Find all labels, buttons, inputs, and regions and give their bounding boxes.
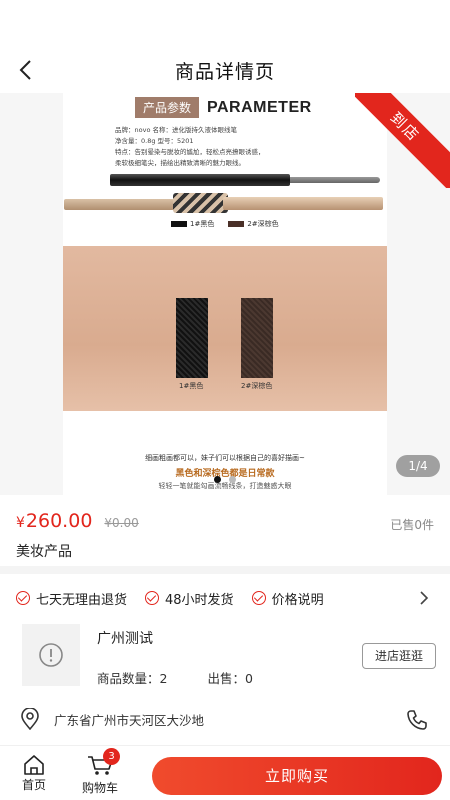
cart-icon-wrap: 3 [86,748,120,779]
check-circle-icon [16,591,30,605]
location-pin-icon [21,708,39,730]
product-image-gallery[interactable]: 产品参数 PARAMETER 品牌：novo 名称：进化版持久液体眼线笔 净含量… [0,93,450,495]
param-line: 品牌：novo 名称：进化版持久液体眼线笔 [115,126,237,134]
param-tag: 产品参数 [135,97,200,118]
section-divider [0,566,450,574]
param-line: 特点：告别晕染与脱妆的尴尬，轻松点亮撩眼诱惑， [115,148,265,156]
stroke-label-black: 1#黑色 [179,382,204,390]
shop-stats: 商品数量：2 出售：0 [97,668,253,687]
param-text: 品牌：novo 名称：进化版持久液体眼线笔 净含量：0.8g 型号：5201 特… [115,125,325,169]
color-legend-black: 1#黑色 [171,219,214,229]
price-row: ¥260.00 ¥0.00 已售0件 [16,510,436,536]
color-legend: 1#黑色 2#深棕色 [171,219,279,229]
product-name: 美妆产品 [16,544,72,560]
store-ribbon: 到店 [355,93,450,188]
tab-home[interactable]: 首页 [22,754,46,793]
tab-cart[interactable]: 3 购物车 [82,748,120,796]
sold-count: 已售0件 [390,518,434,532]
param-title: PARAMETER [207,98,312,116]
stroke-label-brown: 2#深棕色 [241,382,273,390]
tab-cart-label: 购物车 [82,781,119,795]
cart-badge: 3 [103,748,120,765]
black-stroke-sample [176,298,208,378]
eyeliner-pen-black [110,174,290,186]
param-line: 净含量：0.8g 型号：5201 [115,137,194,145]
service-guarantees[interactable]: 七天无理由退货 48小时发货 价格说明 [16,586,436,610]
services-more-button[interactable] [414,588,434,608]
check-circle-icon [145,591,160,605]
carousel-dots [0,476,450,483]
product-detail-page: 商品详情页 产品参数 PARAMETER 品牌：novo 名称：进化版持久液体眼… [0,0,450,800]
service-item: 价格说明 [251,589,324,608]
eyeliner-pen-gold-cap [64,199,174,210]
back-button[interactable] [12,56,40,84]
service-item: 48小时发货 [145,589,234,608]
top-navbar: 商品详情页 [0,40,450,100]
buy-now-button[interactable]: 立即购买 [152,757,442,795]
check-circle-icon [251,591,266,605]
chevron-right-icon [420,591,429,605]
param-line: 柔软极细笔尖，描绘出精致清晰的魅力眼线。 [115,159,245,167]
color-legend-brown: 2#深棕色 [228,219,279,229]
image-caption: 细画粗画都可以，妹子们可以根据自己的喜好描画~ [145,454,305,462]
product-image: 产品参数 PARAMETER 品牌：novo 名称：进化版持久液体眼线笔 净含量… [63,93,387,495]
shop-sold: 出售：0 [207,671,253,686]
carousel-dot[interactable] [214,476,221,483]
shop-card: 广州测试 商品数量：2 出售：0 进店逛逛 [0,616,450,698]
current-price: ¥260.00 [16,510,93,532]
call-button[interactable] [404,707,430,733]
service-item: 七天无理由退货 [16,589,127,608]
store-ribbon-label: 到店 [355,93,450,188]
phone-icon [407,710,427,730]
shop-address: 广东省广州市天河区大沙地 [54,712,205,728]
original-price: ¥0.00 [104,516,139,530]
tab-home-label: 首页 [22,778,47,792]
carousel-dot[interactable] [229,476,236,483]
home-icon [24,755,44,775]
shop-address-row[interactable]: 广东省广州市天河区大沙地 [20,706,430,732]
info-icon [39,643,63,667]
image-page-indicator: 1/4 [396,455,440,477]
eyeliner-pen-gold-body [223,197,383,210]
brown-stroke-sample [241,298,273,378]
chevron-left-icon [19,60,31,80]
skin-swatch-photo [63,246,387,411]
shop-quantity: 商品数量：2 [97,671,168,686]
visit-shop-button[interactable]: 进店逛逛 [362,643,436,669]
shop-name: 广州测试 [97,631,153,647]
page-title: 商品详情页 [174,60,275,83]
bottom-action-bar: 首页 3 购物车 立即购买 [0,745,450,800]
eyeliner-pen-grip [173,193,228,213]
param-heading: 产品参数 PARAMETER [135,97,312,118]
shop-logo [22,624,80,686]
